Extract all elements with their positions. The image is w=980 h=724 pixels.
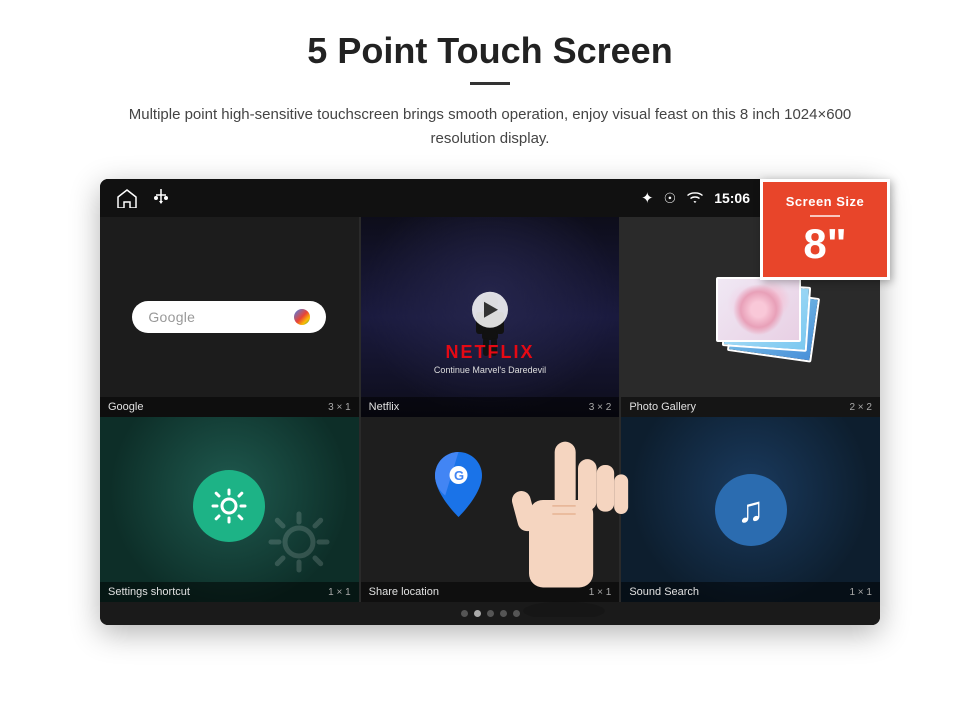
flower-image: [718, 279, 799, 340]
sound-icon-circle: ♫: [715, 474, 787, 546]
device-wrapper: Screen Size 8": [100, 179, 880, 625]
netflix-play-button[interactable]: [472, 292, 508, 328]
google-app-cell[interactable]: Google Google 3 × 1: [100, 217, 359, 417]
netflix-content: NETFLIX Continue Marvel's Daredevil: [361, 217, 620, 417]
maps-icon-area: G: [421, 447, 496, 527]
bluetooth-icon: ✦: [641, 189, 654, 207]
google-app-name: Google: [108, 401, 143, 413]
pagination: [100, 602, 880, 625]
wifi-icon: [686, 191, 704, 205]
settings-cell[interactable]: Settings shortcut 1 × 1: [100, 417, 359, 602]
status-bar-left: [116, 188, 170, 208]
maps-icon: G: [421, 447, 496, 522]
title-divider: [470, 82, 510, 85]
app-grid-row2: Settings shortcut 1 × 1 G: [100, 417, 880, 602]
sound-search-label-row: Sound Search 1 × 1: [621, 582, 880, 602]
badge-divider: [810, 215, 840, 217]
sound-search-cell[interactable]: ♫ Sound Search 1 × 1: [621, 417, 880, 602]
settings-label-row: Settings shortcut 1 × 1: [100, 582, 359, 602]
netflix-app-cell[interactable]: NETFLIX Continue Marvel's Daredevil Netf…: [361, 217, 620, 417]
location-icon: ☉: [664, 190, 677, 207]
pointing-hand-icon: [494, 430, 634, 617]
share-location-app-name: Share location: [369, 586, 439, 598]
netflix-app-name: Netflix: [369, 401, 400, 413]
sound-search-app-name: Sound Search: [629, 586, 699, 598]
gear-icon: [207, 484, 251, 528]
badge-size: 8": [781, 223, 869, 265]
screen-badge: Screen Size 8": [760, 179, 890, 280]
time-display: 15:06: [714, 190, 750, 206]
settings-bg-gear: [259, 502, 339, 582]
badge-title: Screen Size: [781, 194, 869, 209]
netflix-subtitle: Continue Marvel's Daredevil: [361, 365, 620, 375]
gallery-app-name: Photo Gallery: [629, 401, 696, 413]
netflix-app-size: 3 × 2: [589, 402, 612, 413]
netflix-logo-area: NETFLIX Continue Marvel's Daredevil: [361, 342, 620, 375]
home-icon[interactable]: [116, 188, 138, 208]
google-label-row: Google 3 × 1: [100, 397, 359, 417]
page-description: Multiple point high-sensitive touchscree…: [100, 103, 880, 151]
netflix-logo-text: NETFLIX: [361, 342, 620, 363]
pagination-dot-1[interactable]: [461, 610, 468, 617]
settings-app-size: 1 × 1: [328, 587, 351, 598]
svg-text:G: G: [454, 468, 464, 483]
netflix-label-row: Netflix 3 × 2: [361, 397, 620, 417]
gallery-app-size: 2 × 2: [849, 402, 872, 413]
music-note-icon: ♫: [737, 489, 764, 531]
google-logo: Google: [148, 309, 195, 325]
page-title: 5 Point Touch Screen: [307, 30, 672, 72]
settings-icon-circle: [193, 470, 265, 542]
gallery-label-row: Photo Gallery 2 × 2: [621, 397, 880, 417]
settings-app-name: Settings shortcut: [108, 586, 190, 598]
play-triangle: [484, 302, 498, 318]
pagination-dot-2[interactable]: [474, 610, 481, 617]
google-app-size: 3 × 1: [328, 402, 351, 413]
share-location-cell[interactable]: G: [361, 417, 620, 602]
sound-search-app-size: 1 × 1: [849, 587, 872, 598]
google-search-bar[interactable]: Google: [132, 301, 326, 333]
usb-icon: [152, 188, 170, 208]
pagination-dot-3[interactable]: [487, 610, 494, 617]
google-mic-icon: [294, 309, 310, 325]
photo-card-front: [716, 277, 801, 342]
